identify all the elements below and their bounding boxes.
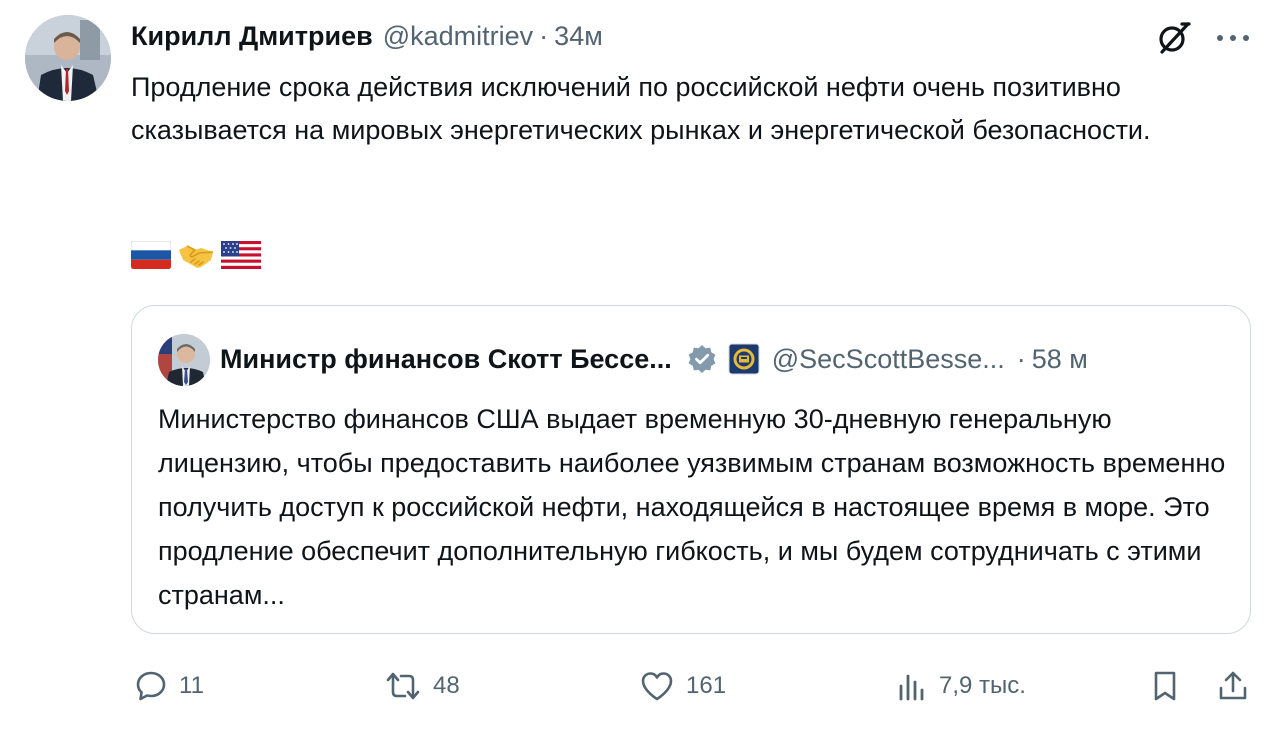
tweet-text: Продление срока действия исключений по р… [131, 72, 1151, 145]
views-icon [895, 668, 929, 704]
tweet-time[interactable]: 34м [554, 21, 603, 52]
share-icon [1215, 668, 1251, 704]
action-bar: 11 48 161 7,9 тыс. [131, 666, 1253, 706]
header-separator: · [539, 20, 549, 51]
verified-badge-icon[interactable] [686, 343, 718, 375]
reply-count: 11 [179, 672, 204, 699]
repost-count: 48 [433, 672, 460, 699]
quote-author-name[interactable]: Министр финансов Скотт Бессе... [220, 344, 672, 375]
views-count: 7,9 тыс. [939, 672, 1026, 699]
bookmark-icon [1147, 668, 1183, 704]
quote-text: Министерство финансов США выдает временн… [158, 404, 1226, 610]
reply-button[interactable]: 11 [133, 666, 204, 706]
flag-usa-icon [221, 240, 261, 274]
repost-icon [383, 668, 423, 704]
tweet-header: Кирилл Дмитриев @kadmitriev · 34м [131, 18, 603, 54]
treasury-seal-icon[interactable] [728, 343, 760, 375]
like-icon [638, 668, 676, 704]
like-button[interactable]: 161 [638, 666, 726, 706]
quote-header-separator: · [1016, 343, 1026, 374]
repost-button[interactable]: 48 [383, 666, 460, 706]
quote-header: Министр финансов Скотт Бессе... @SecScot… [220, 339, 1088, 379]
flag-russia-icon [130, 240, 172, 274]
handshake-icon [177, 240, 215, 275]
quoted-tweet[interactable]: Министр финансов Скотт Бессе... @SecScot… [131, 305, 1251, 634]
author-name[interactable]: Кирилл Дмитриев [131, 21, 373, 52]
more-icon[interactable] [1213, 18, 1253, 58]
like-count: 161 [686, 672, 727, 699]
reply-icon [133, 668, 169, 704]
quote-author-handle[interactable]: @SecScottBesse... [772, 344, 1005, 375]
share-button[interactable] [1215, 666, 1251, 706]
emoji-row [130, 240, 261, 275]
quote-time[interactable]: 58 м [1032, 344, 1088, 375]
quote-author-avatar[interactable] [158, 334, 210, 386]
grok-icon[interactable] [1154, 18, 1194, 58]
author-handle[interactable]: @kadmitriev [383, 21, 533, 52]
views-button[interactable]: 7,9 тыс. [895, 666, 1026, 706]
author-avatar[interactable] [25, 15, 111, 101]
bookmark-button[interactable] [1147, 666, 1183, 706]
